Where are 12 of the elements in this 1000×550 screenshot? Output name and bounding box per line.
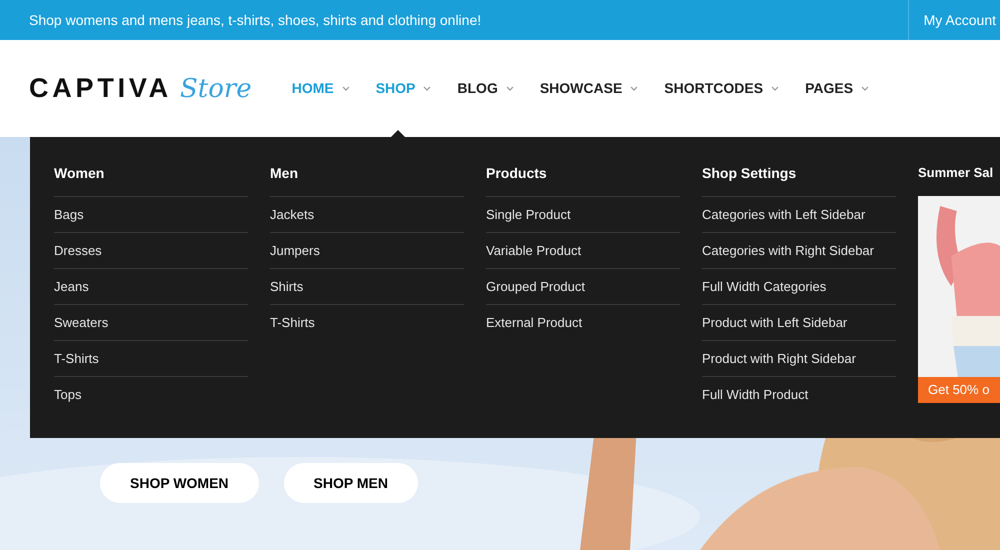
- nav-item[interactable]: BLOG: [457, 78, 514, 137]
- nav-item[interactable]: SHORTCODES: [664, 78, 780, 137]
- chevron-down-icon: [771, 86, 780, 91]
- tagline: Shop womens and mens jeans, t-shirts, shoes, shirts and clothing online!: [29, 10, 482, 30]
- logo-wordmark[interactable]: CAPTIVA: [29, 75, 172, 102]
- chevron-down-icon: [630, 86, 638, 91]
- chevron-down-icon: [342, 86, 350, 91]
- nav-item[interactable]: SHOWCASE: [540, 78, 638, 137]
- nav-item[interactable]: PAGES: [805, 78, 870, 137]
- chevron-down-icon: [506, 86, 514, 91]
- chevron-down-icon: [423, 86, 432, 91]
- chevron-down-icon: [861, 86, 870, 91]
